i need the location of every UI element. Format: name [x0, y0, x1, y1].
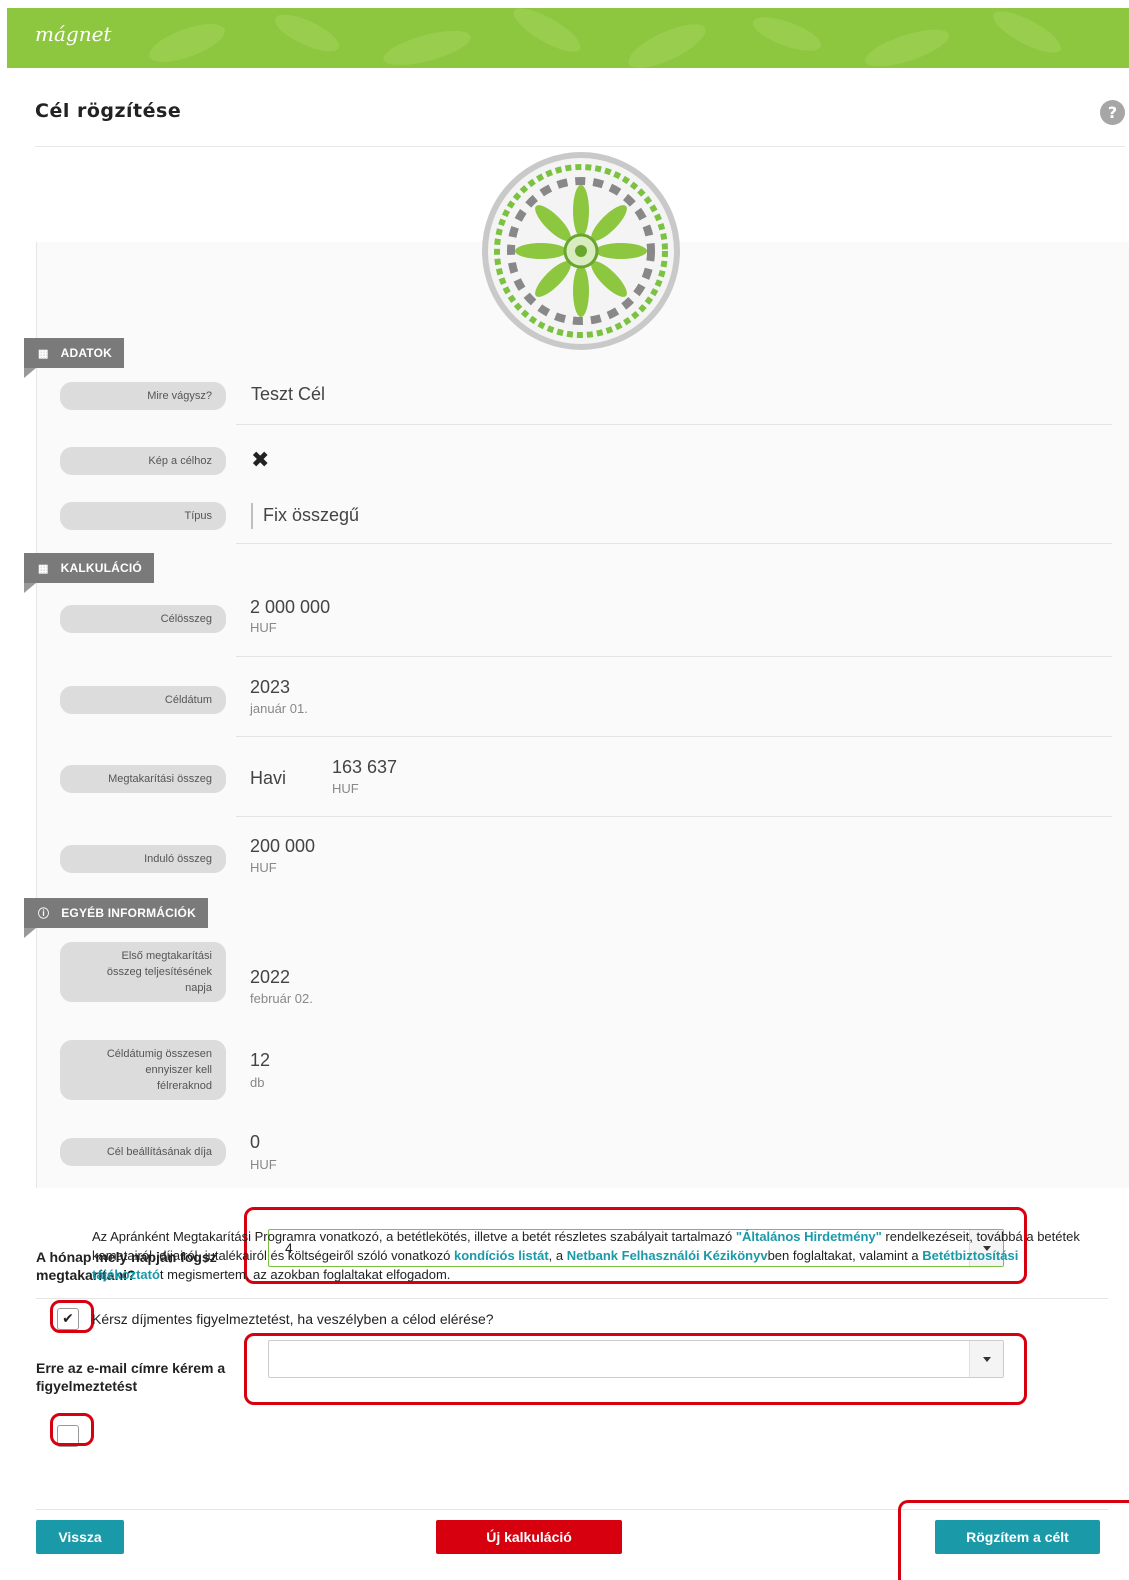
info-icon: ⓘ: [38, 908, 50, 920]
label-celosszeg: Célösszeg: [60, 605, 226, 633]
row-divider: [236, 816, 1112, 817]
value-dij: 0: [250, 1132, 261, 1152]
value-celdatum-year: 2023: [250, 677, 291, 697]
value-celdatumig: 12: [250, 1050, 271, 1070]
row-divider: [236, 424, 1112, 425]
goal-image-mandala: [482, 152, 680, 350]
page-title: Cél rögzítése: [35, 100, 182, 122]
label-dij: Cél beállításának díja: [60, 1138, 226, 1166]
value-mire-vagysz: Teszt Cél: [251, 384, 326, 404]
back-button[interactable]: Vissza: [36, 1520, 124, 1554]
label-tipus: Típus: [60, 502, 226, 530]
link-altalanos-hirdetmeny[interactable]: "Általános Hirdetmény": [736, 1229, 882, 1244]
unit-celosszeg: HUF: [250, 620, 277, 635]
row-divider: [236, 736, 1112, 737]
label-mire-vagysz: Mire vágysz?: [60, 382, 226, 410]
value-megtakaritasi: 163 637: [332, 757, 398, 777]
no-image-icon: ✖: [251, 447, 270, 472]
value-indulo: 200 000: [250, 836, 316, 856]
help-icon[interactable]: ?: [1100, 100, 1125, 125]
type-indicator: [251, 503, 253, 529]
divider: [35, 146, 1125, 147]
table-icon: ▦: [38, 348, 49, 360]
logo[interactable]: mágnet: [35, 22, 111, 46]
value-celdatum-day: január 01.: [250, 701, 308, 716]
section-kalkulacio: ▦ KALKULÁCIÓ: [24, 553, 154, 593]
highlight-email-select: [244, 1333, 1027, 1405]
label-megtakaritasi: Megtakarítási összeg: [60, 765, 226, 793]
email-label: Erre az e-mail címre kérem a figyelmezte…: [36, 1360, 226, 1394]
highlight-terms-checkbox: [50, 1413, 94, 1446]
link-netbank-kezikonyv[interactable]: Netbank Felhasználói Kézikönyv: [567, 1248, 768, 1263]
label-elso-megtakaritas: Első megtakarítási összeg teljesítésének…: [60, 942, 226, 1002]
notify-text: Kérsz díjmentes figyelmeztetést, ha vesz…: [92, 1311, 494, 1327]
title-row: Cél rögzítése ?: [35, 92, 1125, 142]
label-indulo: Induló összeg: [60, 845, 226, 873]
value-elso-year: 2022: [250, 967, 291, 987]
value-celosszeg: 2 000 000: [250, 597, 331, 617]
label-celdatumig: Céldátumig összesen ennyiszer kell félre…: [60, 1040, 226, 1100]
new-calculation-button[interactable]: Új kalkuláció: [436, 1520, 622, 1554]
value-period: Havi: [250, 768, 287, 788]
divider: [36, 1298, 1108, 1299]
unit-dij: HUF: [250, 1157, 277, 1172]
section-adatok: ▦ ADATOK: [24, 338, 125, 378]
terms-text: Az Apránként Megtakarítási Programra von…: [92, 1229, 1080, 1282]
value-tipus: Fix összegű: [263, 505, 360, 525]
calculator-icon: ▦: [38, 563, 49, 575]
highlight-submit-button: [898, 1500, 1129, 1580]
link-kondicios-lista[interactable]: kondíciós listát: [454, 1248, 549, 1263]
row-divider: [236, 656, 1112, 657]
section-egyeb: ⓘ EGYÉB INFORMÁCIÓK: [24, 898, 208, 938]
highlight-notify-checkbox: [50, 1300, 94, 1333]
label-kep: Kép a célhoz: [60, 447, 226, 475]
unit-indulo: HUF: [250, 860, 277, 875]
label-celdatum: Céldátum: [60, 686, 226, 714]
top-banner: mágnet: [7, 8, 1129, 68]
value-elso-day: február 02.: [250, 991, 313, 1006]
unit-megtakaritasi: HUF: [332, 781, 359, 796]
unit-celdatumig: db: [250, 1075, 265, 1090]
leaf-pattern: [149, 8, 1062, 68]
row-divider: [236, 543, 1112, 544]
